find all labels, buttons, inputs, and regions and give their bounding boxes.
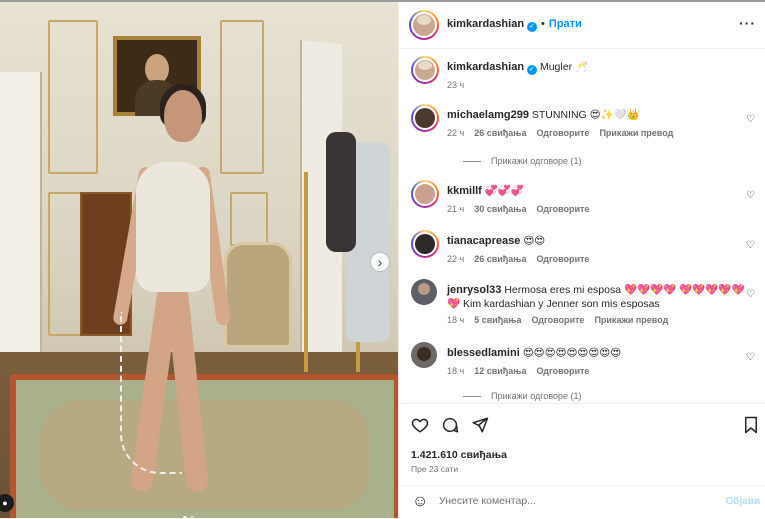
author-avatar[interactable] [409, 10, 439, 40]
translate-button[interactable]: Прикажи превод [599, 128, 673, 138]
reply-button[interactable]: Одговорите [536, 254, 589, 264]
commenter-avatar[interactable] [411, 180, 439, 208]
comment-time[interactable]: 22 ч [447, 128, 464, 138]
comment-likes[interactable]: 12 свиђања [474, 366, 526, 376]
comment-username[interactable]: michaelamg299 [447, 109, 529, 121]
comment-time[interactable]: 21 ч [447, 204, 464, 214]
emoji-icon[interactable]: ☺ [412, 493, 428, 511]
comment-likes[interactable]: 30 свиђања [474, 204, 526, 214]
caption-text: Mugler 🥂 [539, 61, 589, 73]
comment-text: 😍😍😍😍😍😍😍😍😍 [522, 347, 622, 359]
post-header: kimkardashian ✓ • Прати ··· [399, 2, 765, 49]
wall-panel [48, 20, 98, 174]
comment-text: 😍😍 [523, 235, 546, 247]
header-line: kimkardashian ✓ • Прати [447, 18, 582, 32]
author-username[interactable]: kimkardashian [447, 18, 524, 30]
reply-button[interactable]: Одговорите [536, 128, 589, 138]
bookmark-icon[interactable] [743, 416, 759, 439]
photo-cord [120, 312, 182, 474]
wall-panel [48, 192, 82, 336]
comment-like-heart-icon[interactable]: ♡ [746, 240, 755, 251]
comment-item: michaelamg299 STUNNING 😍✨🤍👑 22 ч 26 свиђа… [411, 104, 761, 174]
heart-outline-icon[interactable] [411, 416, 429, 439]
post-actions: 1.421.610 свиђања Пре 23 сати [399, 403, 765, 494]
verified-badge-icon: ✓ [527, 65, 538, 75]
add-comment-bar: ☺ Објави [399, 485, 765, 519]
comment-username[interactable]: kkmillf [447, 185, 482, 197]
post-time[interactable]: Пре 23 сати [411, 464, 458, 474]
comment-like-heart-icon[interactable]: ♡ [746, 289, 755, 300]
clothing-rack [296, 132, 396, 372]
comment-item: jenrysol33 Hermosa eres mi esposa 💖💖💖💖 💖… [411, 279, 761, 334]
comment-item: kkmillf 💞💞💞 21 ч 30 свиђања Одговорите ♡ [411, 180, 761, 220]
reply-button[interactable]: Одговорите [531, 315, 584, 325]
comment-likes[interactable]: 26 свиђања [474, 128, 526, 138]
post-comment-button[interactable]: Објави [725, 496, 760, 507]
reply-button[interactable]: Одговорите [536, 204, 589, 214]
comment-item: blessedlamini 😍😍😍😍😍😍😍😍😍 18 ч 12 свиђања Од… [411, 342, 761, 402]
likes-count[interactable]: 1.421.610 свиђања [411, 449, 507, 461]
comment-input[interactable] [437, 494, 711, 508]
comment-username[interactable]: jenrysol33 [447, 284, 501, 296]
comment-bubble-icon[interactable] [441, 416, 459, 439]
comment-text: 💞💞💞 [484, 185, 525, 197]
rack-pole [304, 172, 308, 372]
subject-head [164, 90, 202, 142]
caption-time[interactable]: 23 ч [447, 80, 464, 90]
next-image-button[interactable]: › [371, 253, 389, 271]
comment-time[interactable]: 22 ч [447, 254, 464, 264]
commenter-avatar[interactable] [411, 104, 439, 132]
post-details-panel: kimkardashian ✓ • Прати ··· kimkardashian ✓ … [398, 2, 765, 518]
comment-like-heart-icon[interactable]: ♡ [746, 114, 755, 125]
comment-time[interactable]: 18 ч [447, 315, 464, 325]
comment-likes[interactable]: 26 свиђања [474, 254, 526, 264]
comment-like-heart-icon[interactable]: ♡ [746, 190, 755, 201]
rack-coat [326, 132, 356, 252]
commenter-avatar[interactable] [411, 342, 437, 368]
follow-button[interactable]: Прати [549, 18, 582, 30]
wall-panel [230, 192, 268, 246]
header-separator: • [541, 18, 545, 30]
view-replies-button[interactable]: Прикажи одговоре (1) [463, 156, 582, 166]
more-options-icon[interactable]: ··· [739, 15, 756, 31]
verified-badge-icon: ✓ [527, 22, 538, 32]
caption-username[interactable]: kimkardashian [447, 61, 524, 73]
comment-username[interactable]: tianacaprease [447, 235, 520, 247]
comment-text: STUNNING 😍✨🤍👑 [531, 109, 640, 121]
photo-chair [224, 242, 292, 348]
comment-like-heart-icon[interactable]: ♡ [746, 352, 755, 363]
subject-corset [136, 162, 210, 292]
commenter-avatar[interactable] [411, 230, 439, 258]
view-replies-label: Прикажи одговоре (1) [491, 391, 582, 401]
view-replies-label: Прикажи одговоре (1) [491, 156, 582, 166]
paper-plane-icon[interactable] [471, 416, 489, 439]
reply-button[interactable]: Одговорите [536, 366, 589, 376]
replies-line [463, 161, 481, 163]
view-replies-button[interactable]: Прикажи одговоре (1) [463, 391, 582, 401]
comment-time[interactable]: 18 ч [447, 366, 464, 376]
photo-door [0, 72, 42, 362]
author-avatar[interactable] [411, 56, 439, 84]
comment-likes[interactable]: 5 свиђања [474, 315, 521, 325]
replies-line [463, 396, 481, 398]
post-photo[interactable]: › ● [0, 2, 398, 518]
translate-button[interactable]: Прикажи превод [594, 315, 668, 325]
carousel-dots [183, 507, 197, 518]
caption: kimkardashian ✓ Mugler 🥂 23 ч [411, 56, 761, 96]
commenter-avatar[interactable] [411, 279, 437, 305]
comment-username[interactable]: blessedlamini [447, 347, 520, 359]
comment-item: tianacaprease 😍😍 22 ч 26 свиђања Одговорит… [411, 230, 761, 270]
